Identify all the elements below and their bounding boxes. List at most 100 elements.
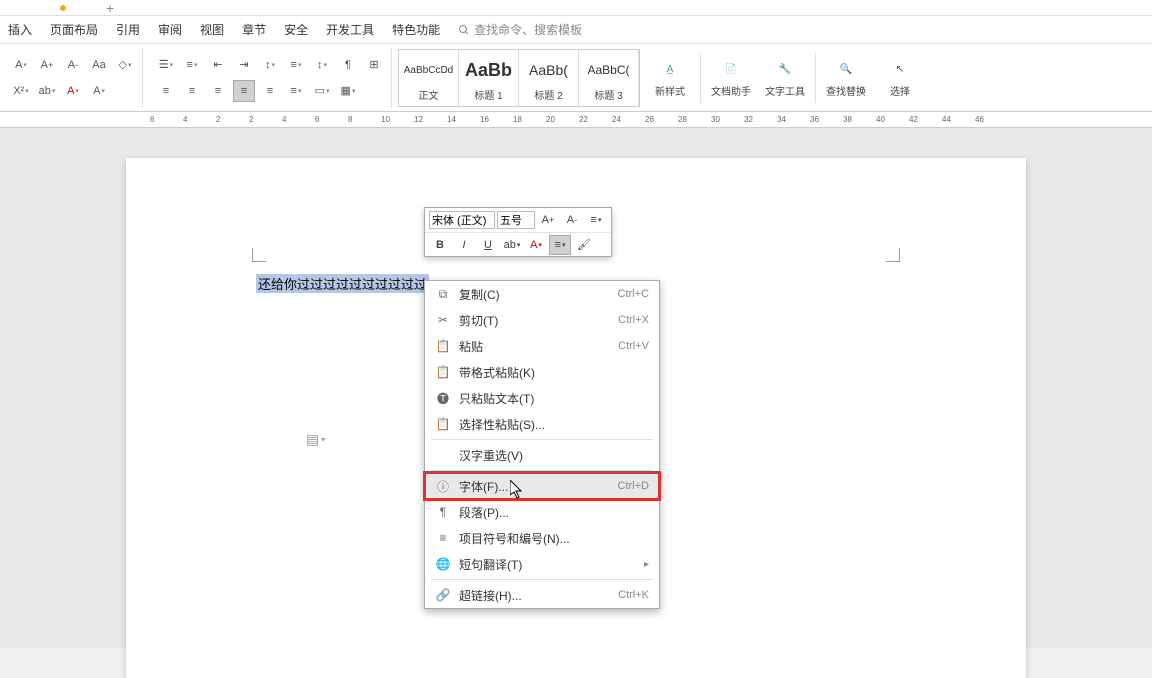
new-style-icon: A̲: [658, 57, 682, 81]
find-replace-button[interactable]: 🔍 查找替换: [822, 49, 870, 107]
decrease-indent-button[interactable]: ⇤: [207, 54, 229, 76]
mini-bold-button[interactable]: B: [429, 235, 451, 255]
mouse-cursor-icon: [510, 480, 524, 500]
text-direction-button[interactable]: ↕: [259, 54, 281, 76]
mini-size-input[interactable]: [497, 211, 535, 229]
style-heading2[interactable]: AaBb( 标题 2: [519, 50, 579, 106]
mini-font-input[interactable]: [429, 211, 495, 229]
context-menu-item[interactable]: ✂剪切(T)Ctrl+X: [425, 307, 659, 333]
context-menu: ⧉复制(C)Ctrl+C✂剪切(T)Ctrl+X📋粘贴Ctrl+V📋带格式粘贴(…: [424, 280, 660, 609]
style-heading1[interactable]: AaBb 标题 1: [459, 50, 519, 106]
style-gallery[interactable]: AaBbCcDd 正文 AaBb 标题 1 AaBb( 标题 2 AaBbC( …: [398, 49, 640, 107]
mini-toolbar: A+ A- ≡ B I U ab A ≡ 🖌: [424, 207, 612, 257]
ruler-tick: 4: [282, 115, 286, 124]
menu-item-label: 只粘贴文本(T): [453, 390, 649, 407]
context-menu-item[interactable]: 🅣只粘贴文本(T): [425, 385, 659, 411]
line-spacing-button[interactable]: ≡: [285, 80, 307, 102]
menu-chapter[interactable]: 章节: [242, 21, 266, 38]
mini-shrink-font[interactable]: A-: [561, 210, 583, 230]
menu-page-layout[interactable]: 页面布局: [50, 21, 98, 38]
ruler-tick: 6: [150, 115, 154, 124]
mini-underline-button[interactable]: U: [477, 235, 499, 255]
menu-item-label: 选择性粘贴(S)...: [453, 416, 649, 433]
align-justify-button[interactable]: ≡: [233, 80, 255, 102]
increase-font-button[interactable]: A+: [36, 54, 58, 76]
mini-italic-button[interactable]: I: [453, 235, 475, 255]
decrease-font-button[interactable]: A-: [62, 54, 84, 76]
ruler-tick: 40: [876, 115, 885, 124]
doc-assistant-button[interactable]: 📄 文档助手: [707, 49, 755, 107]
mini-highlight-button[interactable]: ab: [501, 235, 523, 255]
modified-dot-icon: [60, 5, 66, 11]
table-button[interactable]: ⊞: [363, 54, 385, 76]
doc-assistant-icon: 📄: [719, 57, 743, 81]
new-style-button[interactable]: A̲ 新样式: [646, 49, 694, 107]
context-menu-item[interactable]: 📋带格式粘贴(K): [425, 359, 659, 385]
ruler-tick: 12: [414, 115, 423, 124]
show-marks-button[interactable]: ¶: [337, 54, 359, 76]
menu-insert[interactable]: 插入: [8, 21, 32, 38]
ruler-tick: 22: [579, 115, 588, 124]
menu-security[interactable]: 安全: [284, 21, 308, 38]
highlight-button[interactable]: ab: [36, 80, 58, 102]
numbering-button[interactable]: ≡: [181, 54, 203, 76]
context-menu-item[interactable]: ≡项目符号和编号(N)...: [425, 525, 659, 551]
ruler-tick: 18: [513, 115, 522, 124]
text-tool-button[interactable]: 🔧 文字工具: [761, 49, 809, 107]
shading-button[interactable]: ▭: [311, 80, 333, 102]
menu-developer[interactable]: 开发工具: [326, 21, 374, 38]
style-body[interactable]: AaBbCcDd 正文: [399, 50, 459, 106]
align-right-button[interactable]: ≡: [207, 80, 229, 102]
menu-item-label: 带格式粘贴(K): [453, 364, 649, 381]
mini-list-button[interactable]: ≡: [585, 210, 607, 230]
ruler-tick: 24: [612, 115, 621, 124]
context-menu-item[interactable]: ⧉复制(C)Ctrl+C: [425, 281, 659, 307]
bullets-icon: ≡: [433, 531, 453, 545]
font-color-button[interactable]: A: [62, 80, 84, 102]
command-search[interactable]: 查找命令、搜索模板: [458, 21, 582, 38]
menu-review[interactable]: 审阅: [158, 21, 182, 38]
superscript-button[interactable]: X²: [10, 80, 32, 102]
ruler-tick: 32: [744, 115, 753, 124]
menu-view[interactable]: 视图: [200, 21, 224, 38]
align-left-button[interactable]: ≡: [155, 80, 177, 102]
align-distribute-button[interactable]: ≡: [259, 80, 281, 102]
context-menu-item[interactable]: 📋粘贴Ctrl+V: [425, 333, 659, 359]
mini-font-color-button[interactable]: A: [525, 235, 547, 255]
menu-special[interactable]: 特色功能: [392, 21, 440, 38]
paragraph-group: ☰ ≡ ⇤ ⇥ ↕ ≡ ↕ ¶ ⊞ ≡ ≡ ≡ ≡ ≡ ≡ ▭ ▦: [149, 48, 392, 108]
menu-references[interactable]: 引用: [116, 21, 140, 38]
change-case-button[interactable]: Aa: [88, 54, 110, 76]
bullets-button[interactable]: ☰: [155, 54, 177, 76]
style-heading3[interactable]: AaBbC( 标题 3: [579, 50, 639, 106]
context-menu-item[interactable]: 🔗超链接(H)...Ctrl+K: [425, 582, 659, 608]
horizontal-ruler[interactable]: 6422468101214161820222426283032343638404…: [0, 112, 1152, 128]
page-options-icon[interactable]: ▤: [306, 431, 325, 448]
sort-button[interactable]: ↕: [311, 54, 333, 76]
mini-format-painter[interactable]: 🖌: [573, 235, 595, 255]
menu-item-label: 超链接(H)...: [453, 587, 618, 604]
context-menu-item[interactable]: 汉字重选(V): [425, 442, 659, 468]
increase-indent-button[interactable]: ⇥: [233, 54, 255, 76]
ruler-tick: 6: [315, 115, 319, 124]
clear-format-button[interactable]: ◇: [114, 54, 136, 76]
mini-grow-font[interactable]: A+: [537, 210, 559, 230]
borders-button[interactable]: ▦: [337, 80, 359, 102]
context-menu-item[interactable]: 📋选择性粘贴(S)...: [425, 411, 659, 437]
ruler-tick: 30: [711, 115, 720, 124]
new-tab-button[interactable]: +: [106, 0, 114, 16]
context-menu-item[interactable]: 🌐短句翻译(T)▸: [425, 551, 659, 577]
ruler-tick: 10: [381, 115, 390, 124]
select-button[interactable]: ↖ 选择: [876, 49, 924, 107]
align-button[interactable]: ≡: [285, 54, 307, 76]
ruler-tick: 4: [183, 115, 187, 124]
ruler-tick: 20: [546, 115, 555, 124]
char-shading-button[interactable]: A: [88, 80, 110, 102]
context-menu-item[interactable]: ¶段落(P)...: [425, 499, 659, 525]
paste-fmt-icon: 📋: [433, 365, 453, 379]
align-center-button[interactable]: ≡: [181, 80, 203, 102]
mini-align-button[interactable]: ≡: [549, 235, 571, 255]
font-dropdown[interactable]: A: [10, 54, 32, 76]
context-menu-item[interactable]: ⓘ字体(F)...Ctrl+D: [425, 473, 659, 499]
selected-text[interactable]: 还给你过过过过过过过过过过: [256, 274, 429, 293]
